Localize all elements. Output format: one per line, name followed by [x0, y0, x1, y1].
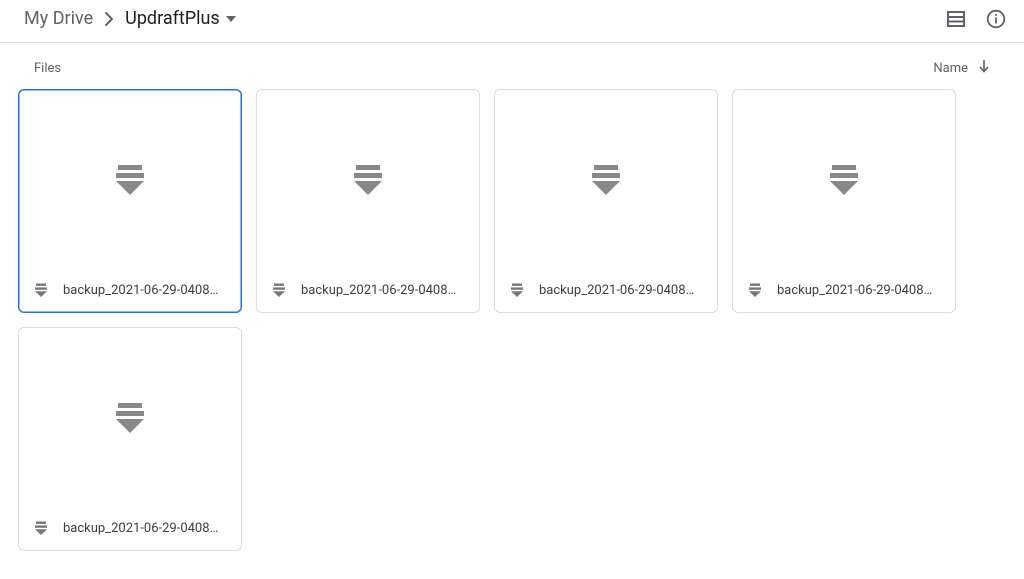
sort-control[interactable]: Name: [933, 59, 990, 77]
file-footer: backup_2021-06-29-0408_S…: [19, 268, 241, 312]
file-preview: [19, 328, 241, 506]
archive-icon: [110, 397, 150, 437]
caret-down-icon: [226, 16, 236, 22]
info-icon[interactable]: [984, 7, 1008, 31]
archive-icon: [33, 520, 49, 536]
breadcrumb-current-label: UpdraftPlus: [125, 10, 220, 28]
file-name: backup_2021-06-29-0408_S…: [777, 283, 937, 298]
file-tile[interactable]: backup_2021-06-29-0408_S…: [494, 89, 718, 313]
file-preview: [733, 90, 955, 268]
list-view-icon[interactable]: [944, 7, 968, 31]
archive-icon: [33, 282, 49, 298]
file-footer: backup_2021-06-29-0408_S…: [495, 268, 717, 312]
file-preview: [495, 90, 717, 268]
archive-icon: [586, 159, 626, 199]
file-footer: backup_2021-06-29-0408_S…: [19, 506, 241, 550]
archive-icon: [509, 282, 525, 298]
section-label: Files: [34, 61, 61, 76]
breadcrumb-root[interactable]: My Drive: [18, 6, 99, 32]
file-name: backup_2021-06-29-0408_S…: [539, 283, 699, 298]
file-preview: [257, 90, 479, 268]
archive-icon: [271, 282, 287, 298]
header-actions: [944, 7, 1008, 31]
breadcrumb-current[interactable]: UpdraftPlus: [119, 6, 242, 32]
file-preview: [19, 90, 241, 268]
file-name: backup_2021-06-29-0408_S…: [63, 521, 223, 536]
archive-icon: [747, 282, 763, 298]
archive-icon: [348, 159, 388, 199]
header-bar: My Drive UpdraftPlus: [0, 0, 1024, 43]
chevron-right-icon: [105, 12, 113, 26]
file-footer: backup_2021-06-29-0408_S…: [733, 268, 955, 312]
file-tile[interactable]: backup_2021-06-29-0408_S…: [18, 89, 242, 313]
archive-icon: [824, 159, 864, 199]
file-tile[interactable]: backup_2021-06-29-0408_S…: [18, 327, 242, 551]
sort-label: Name: [933, 61, 968, 76]
archive-icon: [110, 159, 150, 199]
file-name: backup_2021-06-29-0408_S…: [301, 283, 461, 298]
arrow-down-icon: [978, 59, 990, 77]
file-tile[interactable]: backup_2021-06-29-0408_S…: [732, 89, 956, 313]
file-grid: backup_2021-06-29-0408_S… backup_2021-06-…: [0, 85, 1024, 569]
file-footer: backup_2021-06-29-0408_S…: [257, 268, 479, 312]
file-name: backup_2021-06-29-0408_S…: [63, 283, 223, 298]
file-tile[interactable]: backup_2021-06-29-0408_S…: [256, 89, 480, 313]
breadcrumb: My Drive UpdraftPlus: [18, 6, 242, 32]
section-bar: Files Name: [0, 43, 1024, 85]
